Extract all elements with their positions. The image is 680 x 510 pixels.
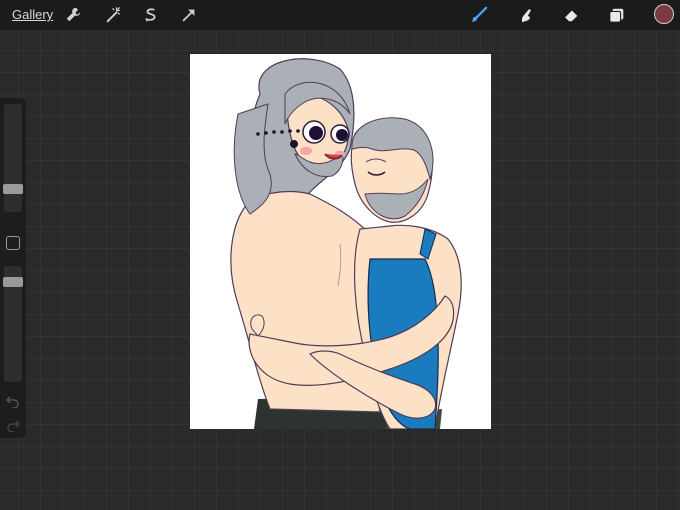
- transform-arrow-icon[interactable]: [178, 4, 200, 26]
- color-picker-swatch[interactable]: [654, 4, 674, 24]
- opacity-handle[interactable]: [3, 276, 23, 287]
- redo-icon[interactable]: [6, 418, 20, 433]
- brush-icon[interactable]: [468, 4, 490, 26]
- wrench-icon[interactable]: [62, 4, 84, 26]
- undo-icon[interactable]: [6, 394, 20, 409]
- magic-wand-icon[interactable]: [102, 4, 124, 26]
- artwork-illustration: [230, 58, 462, 429]
- layers-icon[interactable]: [606, 4, 628, 26]
- selection-icon[interactable]: [140, 4, 162, 26]
- gallery-button[interactable]: Gallery: [12, 7, 53, 22]
- left-sidebar: [0, 98, 26, 438]
- smudge-icon[interactable]: [514, 4, 536, 26]
- drawing-canvas[interactable]: [190, 54, 491, 429]
- brush-size-handle[interactable]: [3, 184, 23, 195]
- eraser-icon[interactable]: [560, 4, 582, 26]
- top-toolbar: Gallery: [0, 0, 680, 30]
- modify-button[interactable]: [6, 236, 20, 250]
- brush-size-slider[interactable]: [4, 104, 22, 212]
